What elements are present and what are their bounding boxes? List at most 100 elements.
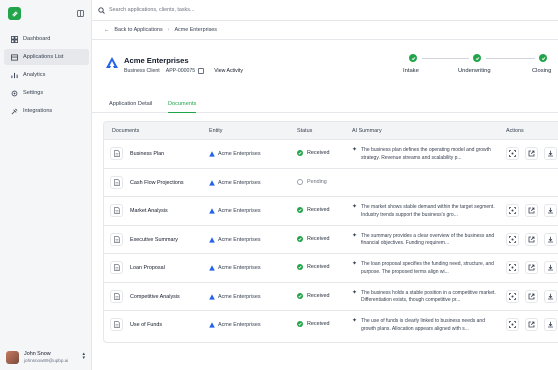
user-menu[interactable]: John Snow johnsnow89@upbp.ai ▴ ▾: [6, 348, 88, 366]
document-name[interactable]: Executive Summary: [130, 237, 178, 243]
open-external-icon[interactable]: [525, 147, 538, 160]
column-header: Documents: [112, 128, 140, 134]
step-check-icon: [539, 54, 547, 62]
table-row[interactable]: Business Plan Acme Enterprises Received ✦ Th…: [104, 140, 558, 169]
ai-summary: ✦ The business plan defines the operating…: [352, 147, 497, 162]
document-icon: [110, 147, 123, 160]
analytics-icon: [11, 72, 18, 78]
entity-logo-icon: [209, 236, 215, 243]
tab-bar: Application Detail Documents: [92, 95, 558, 113]
scan-icon[interactable]: [506, 261, 519, 274]
ai-summary-text: The summary provides a clear overview of…: [361, 232, 495, 247]
status-label: Received: [307, 264, 330, 270]
sparkle-icon: ✦: [352, 261, 358, 267]
step-label-closing: Closing: [532, 68, 552, 74]
open-external-icon[interactable]: [525, 318, 538, 331]
ai-summary: ✦ The business holds a stable position in…: [352, 290, 497, 305]
document-name[interactable]: Use of Funds: [130, 322, 162, 328]
scan-icon[interactable]: [506, 204, 519, 217]
search-input[interactable]: Search applications, clients, tasks...: [109, 7, 194, 13]
arrow-left-icon[interactable]: ←: [104, 27, 109, 33]
table-row[interactable]: Market Analysis Acme Enterprises Received ✦…: [104, 197, 558, 226]
view-activity-link[interactable]: View Activity: [214, 68, 243, 74]
download-icon[interactable]: [544, 318, 557, 331]
document-icon: [110, 175, 123, 189]
column-header: Entity: [209, 128, 223, 134]
table-row[interactable]: Executive Summary Acme Enterprises Receive…: [104, 226, 558, 254]
open-external-icon[interactable]: [525, 204, 538, 217]
table-row[interactable]: Loan Proposal Acme Enterprises Received ✦ Th…: [104, 254, 558, 283]
search-icon: [98, 6, 105, 14]
back-to-applications-link[interactable]: Back to Applications: [114, 27, 162, 33]
download-icon[interactable]: [544, 232, 557, 246]
entity-logo-icon: [209, 208, 215, 214]
tab-documents[interactable]: Documents: [168, 95, 197, 113]
table-row[interactable]: Competitive Analysis Acme Enterprises Rece…: [104, 283, 558, 311]
client-name: Acme Enterprises: [124, 56, 189, 65]
download-icon[interactable]: [544, 204, 557, 217]
collapse-sidebar-icon[interactable]: [77, 10, 84, 17]
step-label-intake: Intake: [403, 68, 419, 74]
entity-name: Acme Enterprises: [218, 236, 261, 243]
sidebar-item-settings[interactable]: Settings: [4, 85, 89, 101]
table-row[interactable]: Use of Funds Acme Enterprises Received ✦ The…: [104, 311, 558, 340]
sidebar-item-label: Settings: [23, 90, 44, 96]
status-badge: Received: [297, 150, 329, 156]
sidebar-item-label: Applications List: [23, 54, 64, 60]
document-name[interactable]: Competitive Analysis: [130, 294, 180, 300]
scan-icon[interactable]: [506, 232, 519, 246]
status-badge: Received: [297, 264, 329, 270]
entity-name: Acme Enterprises: [218, 151, 261, 157]
entity-name: Acme Enterprises: [218, 265, 261, 271]
row-actions: [506, 289, 558, 303]
document-name[interactable]: Cash Flow Projections: [130, 180, 184, 186]
download-icon[interactable]: [544, 289, 557, 303]
download-icon[interactable]: [544, 147, 557, 160]
document-name[interactable]: Business Plan: [130, 151, 164, 157]
column-header: Status: [297, 128, 313, 134]
document-name[interactable]: Loan Proposal: [130, 265, 165, 271]
row-actions: [506, 318, 558, 331]
status-badge: Pending: [297, 178, 327, 185]
entity: Acme Enterprises: [209, 180, 261, 186]
scan-icon[interactable]: [506, 147, 519, 160]
scan-icon[interactable]: [506, 318, 519, 331]
app-logo[interactable]: [8, 7, 21, 20]
ai-summary-text: The market shows stable demand within th…: [361, 204, 495, 218]
sidebar-item-dashboard[interactable]: Dashboard: [4, 31, 89, 47]
open-external-icon[interactable]: [525, 289, 538, 303]
sidebar-item-label: Analytics: [23, 72, 46, 78]
pending-clock-icon: [297, 178, 303, 185]
status-label: Received: [307, 292, 330, 299]
open-external-icon[interactable]: [525, 232, 538, 246]
table-body: Business Plan Acme Enterprises Received ✦ Th…: [104, 140, 558, 340]
entity: Acme Enterprises: [209, 237, 261, 243]
row-actions: [506, 204, 558, 217]
sidebar-item-analytics[interactable]: Analytics: [4, 67, 89, 83]
ai-summary: ✦ The loan proposal specifies the funding…: [352, 261, 497, 276]
copy-icon[interactable]: [198, 68, 205, 74]
application-id: APP-000075: [165, 68, 196, 74]
table-row[interactable]: Cash Flow Projections Acme Enterprises Pen…: [104, 169, 558, 197]
ai-summary-text: The loan proposal specifies the funding …: [361, 261, 494, 275]
document-icon: [110, 204, 123, 217]
ai-summary-text: The business holds a stable position in …: [361, 289, 496, 304]
sidebar-item-integrations[interactable]: Integrations: [4, 103, 89, 119]
entity-name: Acme Enterprises: [218, 322, 261, 328]
search-bar[interactable]: Search applications, clients, tasks...: [92, 0, 558, 21]
download-icon[interactable]: [544, 261, 557, 274]
table-header: Documents Entity Status AI Summary Actio…: [104, 122, 558, 140]
scan-icon[interactable]: [506, 289, 519, 303]
sparkle-icon: ✦: [352, 204, 358, 210]
column-header: Actions: [506, 128, 524, 134]
sparkle-icon: ✦: [352, 289, 358, 296]
user-email: johnsnow89@upbp.ai: [24, 357, 69, 363]
tab-application-detail[interactable]: Application Detail: [109, 95, 152, 113]
entity-logo-icon: [209, 293, 215, 300]
document-name[interactable]: Market Analysis: [130, 208, 168, 214]
open-external-icon[interactable]: [525, 261, 538, 274]
sidebar-item-applications-list[interactable]: Applications List: [4, 49, 89, 65]
sidebar-nav: Dashboard Applications List Analytics Se…: [4, 31, 89, 121]
status-label: Pending: [307, 178, 327, 185]
ai-summary-text: The business plan defines the operating …: [361, 147, 491, 161]
